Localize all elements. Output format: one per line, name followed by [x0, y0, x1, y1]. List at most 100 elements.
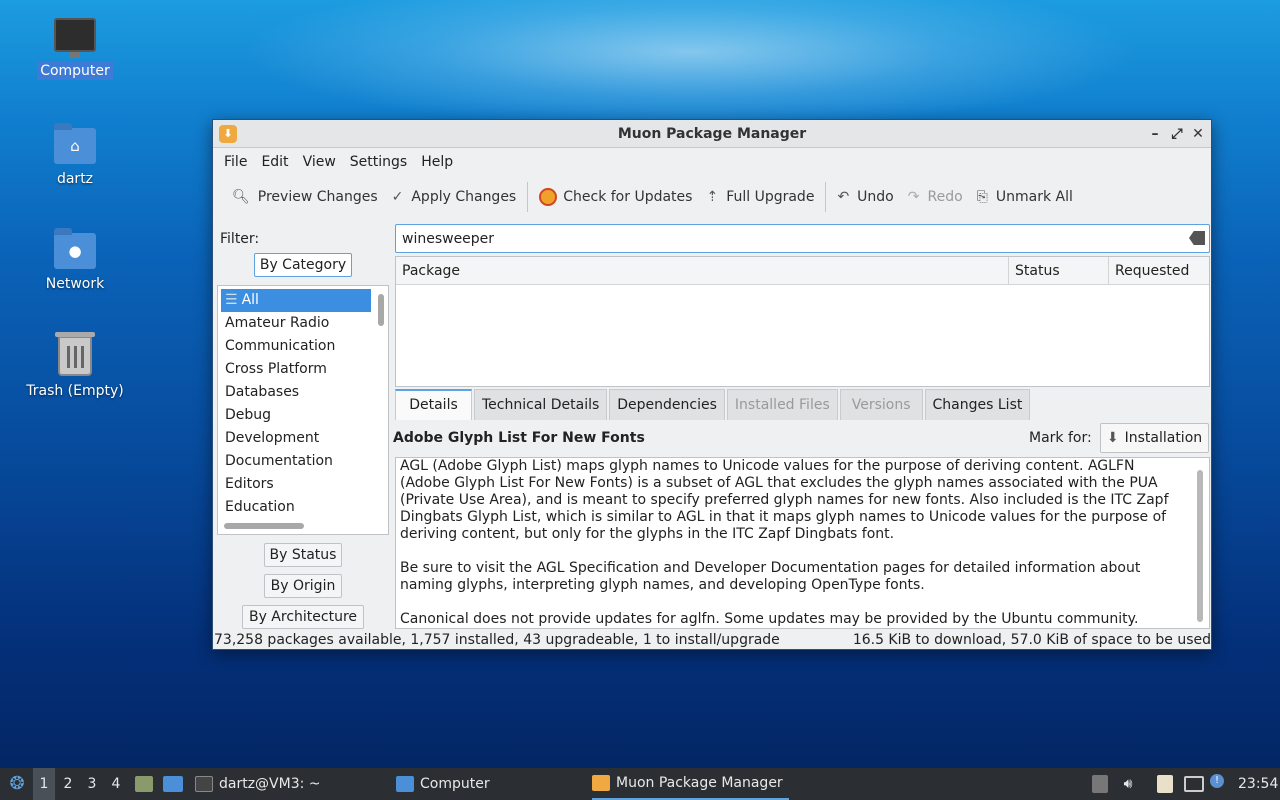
toolbar-separator	[825, 182, 827, 212]
tab-details[interactable]: Details	[395, 389, 472, 420]
undo-button[interactable]: ↶ Undo	[830, 181, 900, 213]
desktop-icon-home[interactable]: ⌂ dartz	[20, 123, 130, 188]
by-category-tab[interactable]: By Category	[254, 253, 352, 277]
menu-settings[interactable]: Settings	[343, 154, 414, 170]
category-item[interactable]: Editors	[221, 473, 371, 496]
clear-search-icon[interactable]	[1189, 231, 1205, 245]
description-text: AGL (Adobe Glyph List) maps glyph names …	[400, 458, 1180, 628]
tab-installed-files[interactable]: Installed Files	[726, 389, 838, 420]
toolbar-separator	[527, 182, 529, 212]
notification-icon[interactable]: !	[1210, 774, 1224, 788]
network-icon[interactable]	[1184, 776, 1204, 792]
tab-dependencies[interactable]: Dependencies	[609, 389, 725, 420]
description-paragraph: AGL (Adobe Glyph List) maps glyph names …	[400, 458, 1169, 542]
category-item[interactable]: Education	[221, 496, 371, 519]
by-architecture-tab[interactable]: By Architecture	[242, 605, 364, 629]
category-item[interactable]: Amateur Radio	[221, 312, 371, 335]
desktop-icon-label: Network	[45, 276, 105, 292]
mark-for-label: Mark for:	[1029, 430, 1092, 446]
toolbar: 🔍︎ Preview Changes ✓ Apply Changes Check…	[213, 176, 1211, 218]
volume-icon[interactable]: 🔊︎	[1118, 768, 1138, 800]
category-item[interactable]: Documentation	[221, 450, 371, 473]
category-item[interactable]: Development	[221, 427, 371, 450]
task-label: dartz@VM3: ~	[219, 776, 321, 792]
minimize-icon[interactable]: –	[1145, 120, 1165, 148]
tab-changes-list[interactable]: Changes List	[924, 389, 1031, 420]
folder-icon	[396, 776, 414, 792]
category-item[interactable]: Cross Platform	[221, 358, 371, 381]
app-icon[interactable]: ⬇	[219, 125, 237, 143]
file-manager-launcher-icon[interactable]	[135, 776, 153, 792]
tab-versions[interactable]: Versions	[839, 389, 923, 420]
description-paragraph: Canonical does not provide updates for a…	[400, 611, 1139, 627]
full-upgrade-button[interactable]: ⇡ Full Upgrade	[699, 181, 821, 213]
search-input[interactable]	[396, 225, 1156, 252]
search-field[interactable]	[395, 224, 1210, 253]
clipboard-icon[interactable]	[1157, 775, 1173, 793]
start-menu-icon[interactable]: ❂	[6, 768, 28, 800]
column-header-requested[interactable]: Requested	[1109, 257, 1209, 284]
menu-bar: File Edit View Settings Help	[213, 148, 1211, 176]
package-table[interactable]: Package Status Requested	[395, 256, 1210, 387]
menu-help[interactable]: Help	[414, 154, 460, 170]
category-item[interactable]: Debug	[221, 404, 371, 427]
clock[interactable]: 23:54	[1238, 768, 1278, 800]
workspace-3[interactable]: 3	[81, 768, 103, 800]
workspace-4[interactable]: 4	[105, 768, 127, 800]
description-paragraph: Be sure to visit the AGL Specification a…	[400, 560, 1141, 593]
maximize-icon[interactable]: ⤢	[1167, 120, 1187, 148]
menu-file[interactable]: File	[217, 154, 254, 170]
category-vertical-scrollbar[interactable]	[378, 294, 384, 326]
computer-icon	[54, 18, 96, 58]
tab-technical-details[interactable]: Technical Details	[474, 389, 608, 420]
by-status-tab[interactable]: By Status	[264, 543, 342, 567]
task-terminal[interactable]: dartz@VM3: ~	[195, 768, 321, 800]
terminal-icon	[195, 776, 213, 792]
package-title: Adobe Glyph List For New Fonts	[393, 430, 645, 446]
undo-label: Undo	[857, 189, 894, 205]
wallpaper-glow	[240, 0, 1140, 130]
mark-installation-button[interactable]: ⬇ Installation	[1100, 423, 1209, 453]
app-icon	[592, 775, 610, 791]
description-scrollbar[interactable]	[1197, 470, 1203, 622]
unmark-icon: ⎘	[976, 189, 988, 205]
by-origin-tab[interactable]: By Origin	[264, 574, 342, 598]
desktop-icon-trash[interactable]: Trash (Empty)	[20, 332, 130, 400]
preview-changes-label: Preview Changes	[257, 189, 378, 205]
check-updates-button[interactable]: Check for Updates	[532, 181, 699, 213]
category-item[interactable]: Databases	[221, 381, 371, 404]
workspace-1[interactable]: 1	[33, 768, 55, 800]
category-horizontal-scrollbar[interactable]	[224, 523, 304, 529]
column-header-package[interactable]: Package	[396, 257, 1009, 284]
menu-view[interactable]: View	[296, 154, 343, 170]
workspace-2[interactable]: 2	[57, 768, 79, 800]
redo-button[interactable]: ↷ Redo	[901, 181, 970, 213]
redo-label: Redo	[927, 189, 963, 205]
description-box[interactable]: AGL (Adobe Glyph List) maps glyph names …	[395, 457, 1210, 629]
close-icon[interactable]: ✕	[1188, 120, 1208, 148]
menu-edit[interactable]: Edit	[254, 154, 295, 170]
eject-icon[interactable]	[1092, 775, 1108, 793]
download-arrow-icon: ⬇	[1106, 430, 1119, 446]
trash-icon	[55, 332, 95, 376]
window-title: Muon Package Manager	[617, 126, 807, 142]
mark-button-label: Installation	[1124, 430, 1203, 446]
title-bar[interactable]: ⬇ Muon Package Manager – ⤢ ✕	[213, 120, 1211, 148]
upgrade-icon: ⇡	[706, 189, 719, 205]
unmark-all-button[interactable]: ⎘ Unmark All	[970, 181, 1080, 213]
category-item[interactable]: Communication	[221, 335, 371, 358]
redo-icon: ↷	[907, 189, 920, 205]
status-download: 16.5 KiB to download, 57.0 KiB of space …	[852, 632, 1211, 648]
category-item-all[interactable]: ☰ All	[221, 289, 371, 312]
unmark-all-label: Unmark All	[995, 189, 1073, 205]
desktop-icon-computer[interactable]: Computer	[20, 18, 130, 80]
column-header-status[interactable]: Status	[1009, 257, 1109, 284]
home-folder-icon: ⌂	[54, 123, 96, 164]
apply-changes-label: Apply Changes	[411, 189, 517, 205]
desktop-icon-network[interactable]: ● Network	[20, 228, 130, 293]
apply-changes-button[interactable]: ✓ Apply Changes	[385, 181, 524, 213]
desktop-launcher-icon[interactable]	[163, 776, 183, 792]
preview-changes-button[interactable]: 🔍︎ Preview Changes	[225, 181, 385, 213]
task-computer[interactable]: Computer	[396, 768, 490, 800]
task-muon[interactable]: Muon Package Manager	[592, 768, 789, 800]
